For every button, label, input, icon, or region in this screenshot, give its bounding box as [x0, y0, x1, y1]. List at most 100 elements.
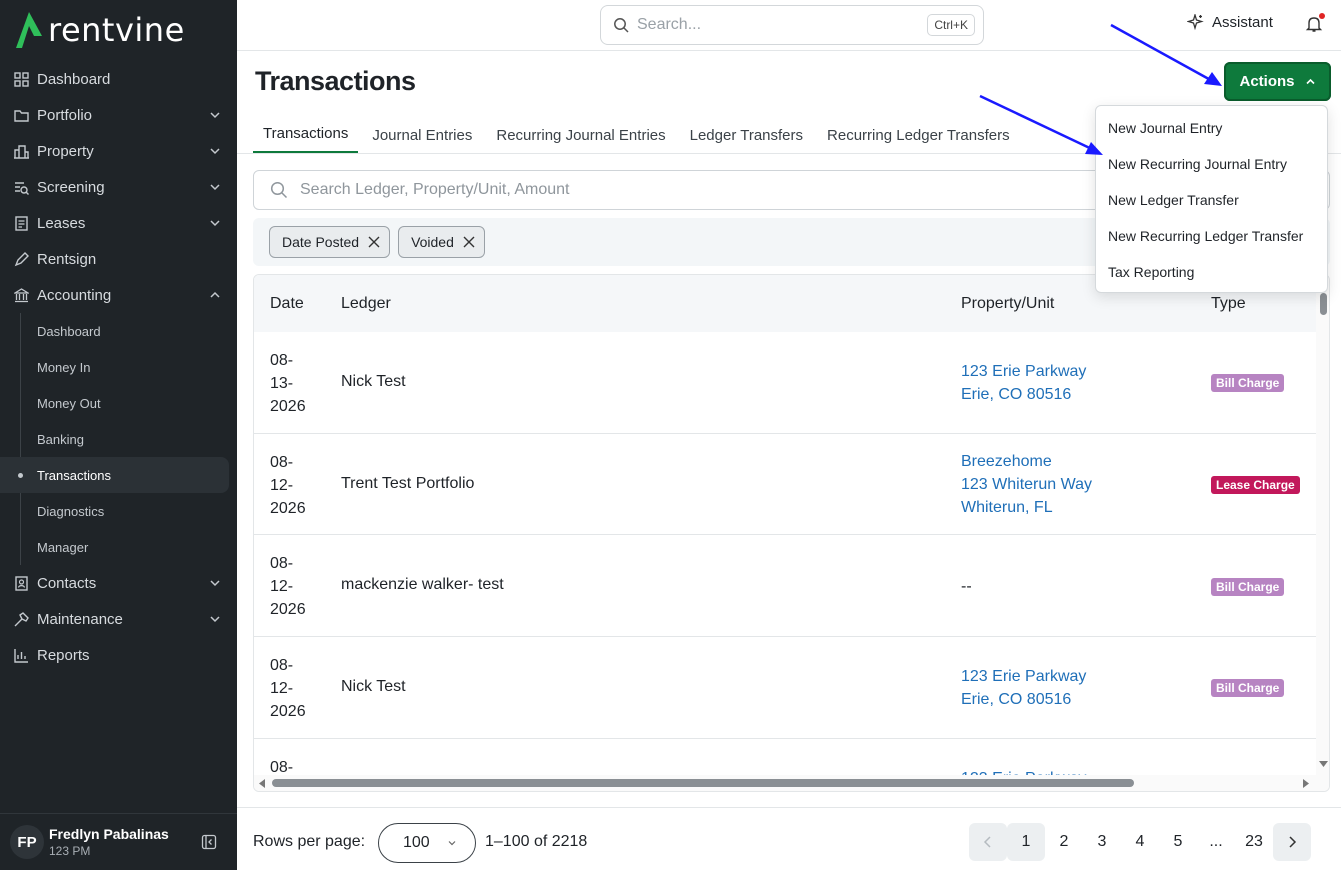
sidebar-item-dashboard[interactable]: Dashboard — [0, 61, 237, 97]
sidebar-subitem-diagnostics[interactable]: Diagnostics — [0, 493, 237, 529]
user-profile[interactable]: FP Fredlyn Pabalinas 123 PM — [0, 813, 237, 870]
rentsign-icon — [13, 251, 29, 267]
scroll-down-arrow-icon[interactable] — [1319, 761, 1328, 767]
sidebar-subitem-money-in[interactable]: Money In — [0, 349, 237, 385]
column-header-ledger[interactable]: Ledger — [341, 295, 391, 313]
horizontal-scrollbar[interactable] — [254, 775, 1316, 791]
next-page-button[interactable] — [1273, 823, 1311, 861]
menu-item-tax-reporting[interactable]: Tax Reporting — [1096, 254, 1327, 290]
close-icon[interactable] — [462, 235, 476, 249]
cell-property-link[interactable]: 123 Erie Parkway Erie, CO 80516 — [961, 665, 1086, 711]
rows-per-page-select[interactable]: 100 — [378, 823, 476, 863]
sidebar-item-contacts[interactable]: Contacts — [0, 565, 237, 601]
sidebar-item-label: Leases — [37, 214, 86, 232]
sidebar-item-screening[interactable]: Screening — [0, 169, 237, 205]
prev-page-button[interactable] — [969, 823, 1007, 861]
property-line: Erie, CO 80516 — [961, 691, 1072, 708]
cell-property-link[interactable]: 123 Erie Parkway Erie, CO 80516 — [961, 360, 1086, 406]
page-button[interactable]: 4 — [1121, 823, 1159, 861]
page-button[interactable]: 23 — [1235, 823, 1273, 861]
sidebar-subitem-dashboard[interactable]: Dashboard — [0, 313, 237, 349]
menu-item-new-ledger-transfer[interactable]: New Ledger Transfer — [1096, 182, 1327, 218]
collapse-sidebar-icon[interactable] — [201, 834, 217, 850]
tab-recurring-ledger-transfers[interactable]: Recurring Ledger Transfers — [817, 116, 1020, 154]
menu-item-new-recurring-journal-entry[interactable]: New Recurring Journal Entry — [1096, 146, 1327, 182]
sidebar-item-label: Accounting — [37, 286, 112, 304]
sparkle-icon — [1187, 14, 1204, 31]
type-badge: Bill Charge — [1211, 374, 1285, 392]
actions-button[interactable]: Actions — [1224, 62, 1331, 101]
sidebar-item-leases[interactable]: Leases — [0, 205, 237, 241]
page-button[interactable]: 2 — [1045, 823, 1083, 861]
sidebar-subitem-banking[interactable]: Banking — [0, 421, 237, 457]
sidebar-subitem-money-out[interactable]: Money Out — [0, 385, 237, 421]
assistant-button[interactable]: Assistant — [1187, 14, 1273, 31]
sidebar-subitem-transactions[interactable]: Transactions — [0, 457, 229, 493]
date-part: 08- — [270, 759, 294, 775]
cell-date: 08- 12- 2026 — [270, 654, 310, 723]
accounting-submenu: Dashboard Money In Money Out Banking Tra… — [0, 313, 237, 565]
avatar: FP — [10, 825, 44, 859]
horizontal-scroll-thumb[interactable] — [272, 779, 1134, 787]
scroll-right-arrow-icon[interactable] — [1303, 779, 1309, 788]
sidebar-item-reports[interactable]: Reports — [0, 637, 237, 673]
filter-chip-voided[interactable]: Voided — [398, 226, 485, 258]
page-ellipsis: ... — [1209, 833, 1223, 850]
page-button[interactable]: 1 — [1007, 823, 1045, 861]
actions-menu: New Journal Entry New Recurring Journal … — [1095, 105, 1328, 293]
rentvine-logo[interactable]: rentvine — [16, 10, 185, 50]
sidebar-item-property[interactable]: Property — [0, 133, 237, 169]
close-icon[interactable] — [367, 235, 381, 249]
user-info: Fredlyn Pabalinas 123 PM — [49, 826, 201, 858]
sidebar-subitem-manager[interactable]: Manager — [0, 529, 237, 565]
page-button[interactable]: 5 — [1159, 823, 1197, 861]
table-row[interactable]: 08- 12- 2026 mackenzie walker- test -- B… — [254, 535, 1316, 637]
column-header-property[interactable]: Property/Unit — [961, 295, 1054, 313]
notifications-button[interactable] — [1305, 13, 1325, 35]
date-part: 08- — [270, 454, 294, 471]
scroll-left-arrow-icon[interactable] — [259, 779, 265, 788]
property-line: Erie, CO 80516 — [961, 386, 1072, 403]
property-line: Breezehome — [961, 453, 1052, 470]
cell-ledger: mackenzie walker- test — [341, 576, 504, 593]
property-line: 123 Whiterun Way — [961, 476, 1093, 493]
global-search-input[interactable]: Search... Ctrl+K — [600, 5, 984, 45]
sidebar-item-rentsign[interactable]: Rentsign — [0, 241, 237, 277]
vertical-scrollbar[interactable] — [1316, 275, 1329, 791]
table-row[interactable]: 08- 13- 2026 Nick Test 123 Erie Parkway … — [254, 332, 1316, 434]
sidebar-item-maintenance[interactable]: Maintenance — [0, 601, 237, 637]
contacts-icon — [13, 575, 29, 591]
date-part: 08- — [270, 352, 294, 369]
date-part: 2026 — [270, 398, 306, 415]
date-part: 13- — [270, 375, 294, 392]
vertical-scroll-thumb[interactable] — [1320, 293, 1327, 315]
cell-date: 08- 12- 2026 — [270, 451, 310, 520]
search-shortcut: Ctrl+K — [927, 14, 975, 36]
sidebar-item-portfolio[interactable]: Portfolio — [0, 97, 237, 133]
rows-per-page-value: 100 — [403, 834, 430, 851]
date-part: 2026 — [270, 703, 306, 720]
sidebar-item-accounting[interactable]: Accounting — [0, 277, 237, 313]
cell-property-link[interactable]: 123 Erie Parkway — [961, 767, 1086, 775]
table-row[interactable]: 08- 12- 2026 Trent Test Portfolio Breeze… — [254, 434, 1316, 535]
type-badge: Bill Charge — [1211, 679, 1285, 697]
tab-transactions[interactable]: Transactions — [253, 116, 359, 154]
chevron-down-icon — [210, 580, 220, 587]
filter-chip-date-posted[interactable]: Date Posted — [269, 226, 391, 258]
property-line: -- — [961, 578, 972, 595]
menu-item-new-recurring-ledger-transfer[interactable]: New Recurring Ledger Transfer — [1096, 218, 1327, 254]
cell-property-link[interactable]: Breezehome 123 Whiterun Way Whiterun, FL — [961, 450, 1092, 519]
column-header-type[interactable]: Type — [1211, 295, 1246, 313]
table-row[interactable]: 08- 12- 2026 Nick Test 123 Erie Parkway … — [254, 637, 1316, 739]
table-row[interactable]: 08- 123 Erie Parkway — [254, 739, 1316, 775]
property-line: Whiterun, FL — [961, 499, 1053, 516]
property-line: 123 Erie Parkway — [961, 363, 1087, 380]
chevron-left-icon — [983, 836, 991, 848]
tab-journal-entries[interactable]: Journal Entries — [362, 116, 482, 154]
column-header-date[interactable]: Date — [270, 295, 304, 313]
page-button[interactable]: 3 — [1083, 823, 1121, 861]
tab-recurring-journal-entries[interactable]: Recurring Journal Entries — [486, 116, 675, 154]
date-part: 12- — [270, 477, 294, 494]
menu-item-new-journal-entry[interactable]: New Journal Entry — [1096, 110, 1327, 146]
tab-ledger-transfers[interactable]: Ledger Transfers — [680, 116, 813, 154]
